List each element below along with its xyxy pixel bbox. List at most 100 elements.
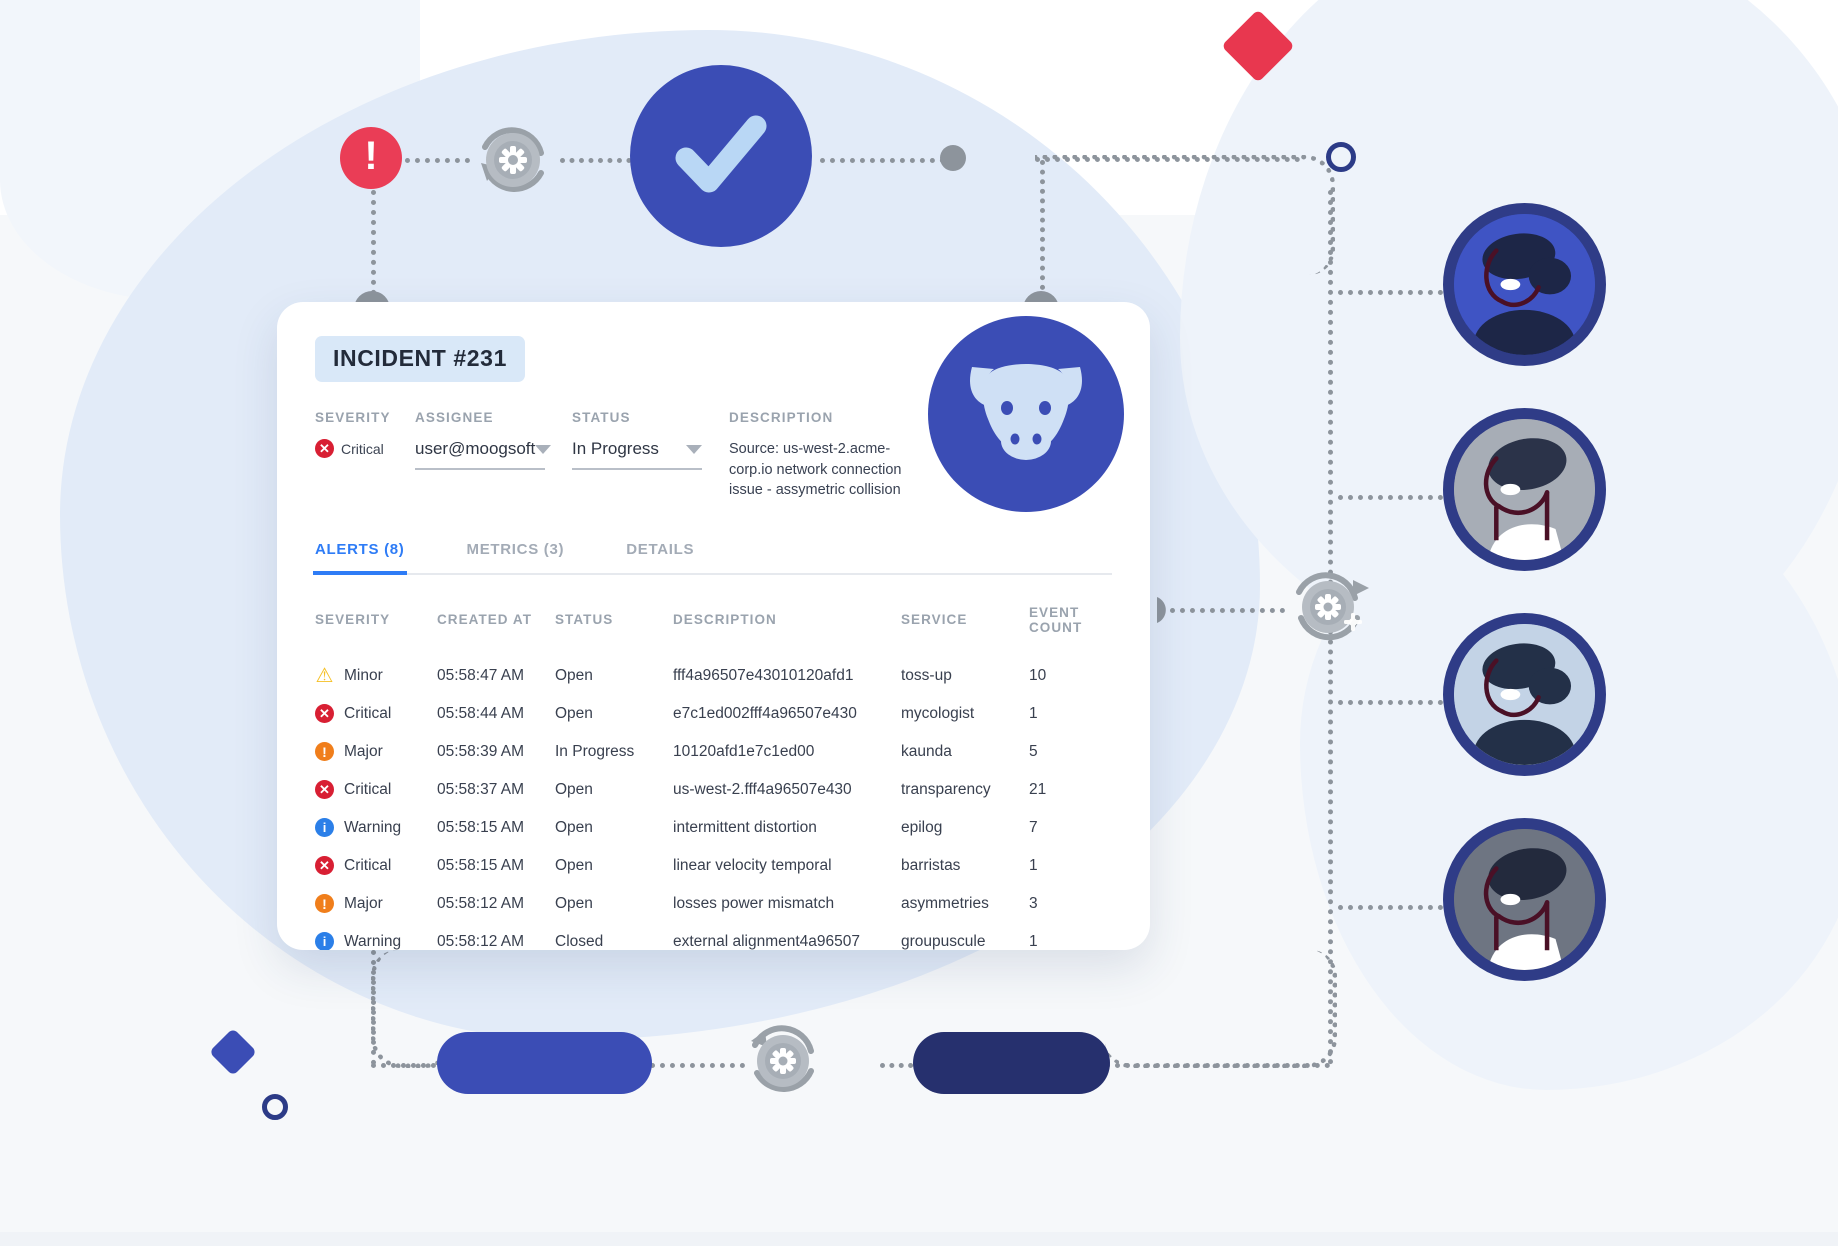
severity-text: Major [344,742,383,760]
cell-service: toss-up [901,666,952,684]
connector-rail-to-avatar-2 [1338,495,1443,500]
cell-status: In Progress [555,742,635,760]
severity-label: SEVERITY [315,410,391,425]
tab-alerts[interactable]: ALERTS (8) [313,541,406,575]
cell-description: us-west-2.fff4a96507e430 [673,780,852,798]
table-row[interactable]: i Warning 05:58:15 AM Open intermittent dist… [315,809,1119,847]
cell-description: e7c1ed002fff4a96507e430 [673,704,857,722]
severity-text: Critical [344,704,392,722]
cell-created-at: 05:58:12 AM [437,932,525,950]
table-row[interactable]: i Warning 05:58:12 AM Closed external alignm… [315,923,1119,950]
table-row[interactable]: ✕ Critical 05:58:44 AM Open e7c1ed002fff4a96… [315,695,1119,733]
connector-rail-to-avatar-1 [1338,290,1443,295]
cell-description: fff4a96507e43010120afd1 [673,666,854,684]
pill-blue-shape [437,1032,652,1094]
bottom-strip [0,1232,1838,1246]
alerts-table: SEVERITY CREATED AT STATUS DESCRIPTION S… [315,581,1119,950]
check-circle-icon [630,65,812,247]
col-event-count: EVENT COUNT [1029,604,1083,635]
cell-severity: i Warning [315,809,437,847]
cell-service: epilog [901,818,943,836]
status-value: In Progress [572,439,659,458]
avatar-agent-1 [1443,203,1606,366]
cell-severity: ✕ Critical [315,847,437,885]
assignee-value: user@moogsoft [415,439,536,458]
cell-description: losses power mismatch [673,894,835,912]
table-row[interactable]: ! Major 05:58:39 AM In Progress 10120afd1e7c… [315,733,1119,771]
assignee-select[interactable]: user@moogsoft [415,439,552,470]
meta-description: DESCRIPTION Source: us-west-2.acme-corp.… [729,410,929,501]
check-glyph [675,115,767,193]
hollow-ring-icon [1326,142,1356,172]
table-row[interactable]: ✕ Critical 05:58:37 AM Open us-west-2.fff4a9… [315,771,1119,809]
background-bottom-white [0,0,1838,215]
severity-text: Warning [344,818,402,836]
connector-card-to-gearcluster [1170,608,1285,613]
status-select[interactable]: In Progress [572,439,702,470]
cell-service: asymmetries [901,894,989,912]
major-exclaim-icon: ! [315,894,334,914]
cell-service: groupuscule [901,932,986,950]
severity-text: Major [344,894,383,912]
avatar-agent-4 [1443,818,1606,981]
chevron-down-icon [535,444,552,454]
cell-created-at: 05:58:47 AM [437,666,525,684]
cell-status: Open [555,780,593,798]
table-row[interactable]: ✕ Critical 05:58:15 AM Open linear velocity … [315,847,1119,885]
cell-status: Open [555,704,593,722]
avatar-agent-3 [1443,613,1606,776]
cell-created-at: 05:58:15 AM [437,856,525,874]
cell-description: linear velocity temporal [673,856,832,874]
connector-rail-to-avatar-4 [1338,905,1443,910]
tab-details[interactable]: DETAILS [626,541,694,573]
gear-refresh-bottom-icon [733,1013,833,1113]
cell-service: barristas [901,856,961,874]
cell-status: Open [555,818,593,836]
incident-id-chip: INCIDENT #231 [315,336,525,382]
cell-event-count: 1 [1029,856,1038,874]
major-exclaim-icon: ! [315,742,334,762]
severity-value-group: ✕ Critical [315,439,415,458]
severity-text: Critical [344,780,392,798]
cell-severity: ! Major [315,733,437,771]
cell-status: Closed [555,932,604,950]
illustration-canvas: ! INCIDENT #231 SEVERITY ✕ Critical ASSI… [0,0,1838,1246]
cell-status: Open [555,856,593,874]
cell-created-at: 05:58:15 AM [437,818,525,836]
severity-value: Critical [341,440,384,457]
severity-text: Minor [344,666,383,684]
cell-event-count: 5 [1029,742,1038,760]
connector-dot-1 [940,145,966,171]
cell-description: intermittent distortion [673,818,817,836]
avatar-agent-2 [1443,408,1606,571]
avatar-face-2 [1454,419,1595,560]
cell-severity: ✕ Critical [315,771,437,809]
meta-assignee: ASSIGNEE user@moogsoft [415,410,572,501]
connector-pill2-to-right [1105,1063,1330,1068]
meta-status: STATUS In Progress [572,410,729,501]
chevron-down-icon [686,444,702,454]
table-row[interactable]: ! Major 05:58:12 AM Open losses power mismat… [315,885,1119,923]
col-service: SERVICE [901,612,968,628]
cell-event-count: 7 [1029,818,1038,836]
cell-event-count: 10 [1029,666,1047,684]
avatar-face-1 [1454,214,1595,355]
cell-service: mycologist [901,704,975,722]
cell-severity: ✕ Critical [315,695,437,733]
tab-metrics[interactable]: METRICS (3) [467,541,565,573]
cell-created-at: 05:58:44 AM [437,704,525,722]
cell-status: Open [555,666,593,684]
cell-severity: ⚠ Minor [315,657,437,695]
severity-text: Critical [344,856,392,874]
col-created-at: CREATED AT [437,612,532,628]
cell-description: 10120afd1e7c1ed00 [673,742,815,760]
cow-head-glyph [970,364,1082,460]
connector-bottom-left [371,1063,446,1068]
connector-corner-bottom-right [1105,950,1337,1068]
table-row[interactable]: ⚠ Minor 05:58:47 AM Open fff4a96507e43010120… [315,657,1119,695]
alerts-table-header: SEVERITY CREATED AT STATUS DESCRIPTION S… [315,581,1119,657]
hollow-ring-small-icon [262,1094,288,1120]
cell-description: external alignment4a96507 [673,932,860,950]
connector-half-dot [1155,595,1181,630]
critical-x-icon: ✕ [315,704,334,724]
